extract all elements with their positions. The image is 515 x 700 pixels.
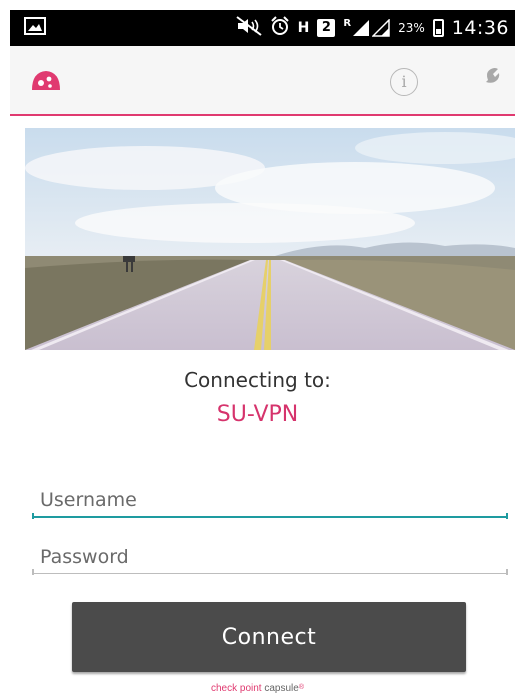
info-button[interactable]: i: [390, 68, 418, 96]
mute-icon: [236, 16, 262, 40]
alarm-icon: [270, 16, 290, 40]
password-field-edge-right: [506, 569, 508, 575]
footer-brand-mark: ®: [298, 684, 304, 691]
check-point-capsule-logo: [30, 68, 62, 94]
hero-road-image: [25, 128, 515, 350]
username-field-edge-right: [506, 513, 508, 519]
footer-brand-first: check point: [210, 683, 262, 694]
roaming-label: R: [343, 18, 352, 29]
network-h-icon: H: [297, 20, 310, 36]
username-field-edge-left: [32, 513, 34, 519]
wrench-icon: [472, 68, 500, 96]
battery-icon: [432, 19, 444, 37]
password-input[interactable]: [32, 540, 508, 574]
status-icons: H 2 R 23% 14:36: [236, 16, 509, 40]
footer-brand-second: capsule: [264, 683, 299, 694]
info-icon: i: [401, 72, 407, 91]
username-input[interactable]: [32, 484, 508, 518]
connect-button[interactable]: Connect: [72, 602, 466, 672]
password-field-edge-left: [32, 569, 34, 575]
image-notification-icon: [24, 17, 46, 39]
connecting-label: Connecting to:: [184, 368, 331, 392]
signal-icon: R: [343, 19, 390, 37]
battery-percent: 23%: [398, 21, 425, 35]
sim-2-icon: 2: [317, 19, 336, 37]
footer-brand: check point capsule®: [0, 684, 515, 694]
status-bar: H 2 R 23% 14:36: [10, 10, 515, 46]
status-clock: 14:36: [451, 17, 509, 39]
vpn-server-name: SU-VPN: [216, 402, 299, 427]
settings-button[interactable]: [468, 64, 502, 98]
app-bar: i: [10, 46, 515, 116]
